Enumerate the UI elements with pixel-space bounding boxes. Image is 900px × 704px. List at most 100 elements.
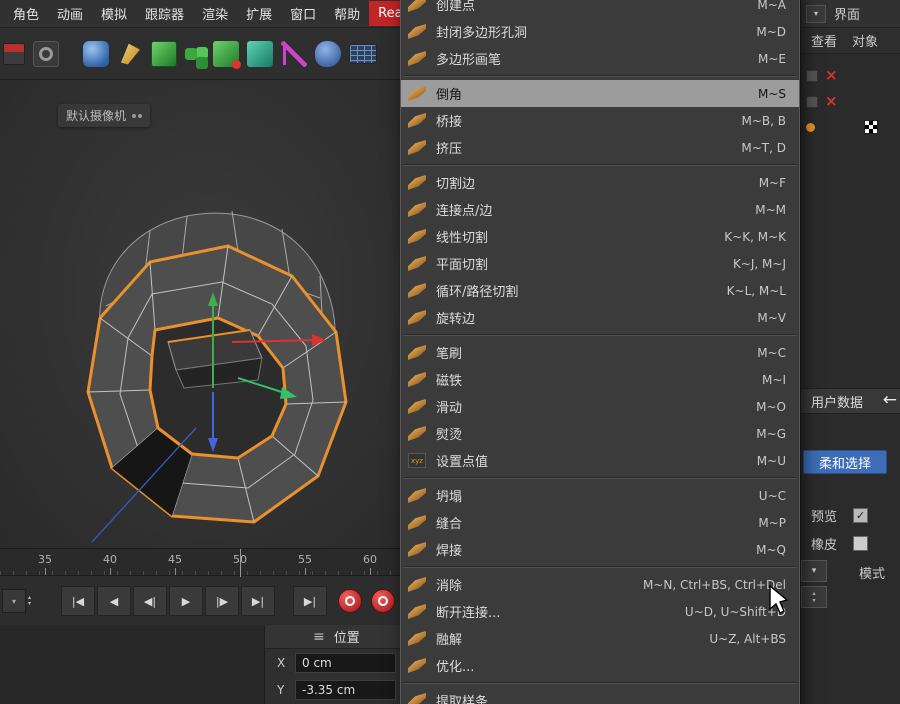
menubar-item-6[interactable]: 扩展 (237, 0, 281, 28)
menu-item-collapse[interactable]: 坍塌 U~C (401, 482, 799, 509)
camera-label[interactable]: 默认摄像机 (58, 104, 151, 127)
tick-mark (370, 568, 371, 575)
clapper-icon[interactable] (3, 42, 25, 65)
cube-tool-icon[interactable] (151, 40, 177, 67)
magnet-icon (408, 372, 426, 387)
cube-snap-icon[interactable] (213, 40, 241, 69)
menu-item-loop-cut[interactable]: 循环/路径切割 K~L, M~L (401, 277, 799, 304)
delete-x-icon[interactable]: × (825, 94, 838, 109)
eraser-checkbox[interactable] (853, 536, 869, 551)
menubar-item-4[interactable]: 跟踪器 (136, 0, 193, 28)
hamburger-icon[interactable]: ≡ (313, 629, 325, 645)
goto-end-button[interactable]: ▶| (293, 586, 328, 616)
cube-teal-icon[interactable] (247, 40, 273, 67)
next-frame-button[interactable]: |▶ (205, 586, 240, 616)
menu-item-label: 连接点/边 (436, 204, 493, 219)
autokey-button[interactable] (371, 589, 396, 613)
menu-item-edge-cut[interactable]: 切割边 M~F (401, 169, 799, 196)
menu-item-stitch[interactable]: 缝合 M~P (401, 509, 799, 536)
playhead-marker[interactable] (240, 549, 241, 577)
menu-view[interactable]: 查看 (811, 31, 837, 50)
menu-item-plane-cut[interactable]: 平面切割 K~J, M~J (401, 250, 799, 277)
soft-selection-button[interactable]: 柔和选择 (803, 450, 887, 474)
menu-item-polygon-pen[interactable]: 多边形画笔 M~E (401, 45, 799, 72)
play-button[interactable]: ▶ (169, 586, 204, 616)
timeline-ruler[interactable]: 354045505560 (0, 548, 400, 577)
frame-stepper[interactable]: ▴ ▾ (28, 595, 31, 607)
delete-x-icon[interactable]: × (825, 68, 838, 83)
coord-y-label: Y (277, 682, 285, 697)
menu-item-label: 设置点值 (436, 455, 489, 470)
gear-icon[interactable] (33, 40, 59, 67)
menubar-item-3[interactable]: 模拟 (92, 0, 136, 28)
selection-tag-icon[interactable] (806, 122, 815, 132)
menu-item-iron[interactable]: 熨烫 M~G (401, 420, 799, 447)
object-row[interactable] (806, 120, 878, 134)
goto-start-button[interactable]: |◀ (61, 586, 96, 616)
blob-tool-icon[interactable] (315, 40, 341, 67)
menu-item-label: 焊接 (436, 544, 463, 559)
object-row[interactable]: × (806, 94, 838, 109)
pen-tool-icon[interactable] (120, 43, 140, 65)
menu-item-slide[interactable]: 滑动 M~O (401, 393, 799, 420)
material-area (0, 625, 264, 704)
menubar-item-5[interactable]: 渲染 (193, 0, 237, 28)
menubar-item-1[interactable]: 角色 (4, 0, 48, 28)
next-key-button[interactable]: ▶| (241, 586, 276, 616)
chevron-down-icon: ▾ (11, 596, 16, 606)
menu-item-magnet[interactable]: 磁铁 M~I (401, 366, 799, 393)
menu-item-label: 切割边 (436, 177, 476, 192)
prev-frame-button[interactable]: ◀| (133, 586, 168, 616)
tick-mark (110, 568, 111, 575)
menu-item-rotate-edge[interactable]: 旋转边 M~V (401, 304, 799, 331)
back-arrow-icon[interactable]: ← (883, 390, 897, 410)
menubar-item-2[interactable]: 动画 (48, 0, 92, 28)
menu-item-dissolve[interactable]: 消除 M~N, Ctrl+BS, Ctrl+Del (401, 571, 799, 598)
interface-combo[interactable]: ▾ (806, 4, 826, 23)
menu-item-label: 桥接 (436, 115, 463, 130)
frame-field[interactable]: ▾ (2, 589, 26, 613)
menu-item-connect-points[interactable]: 连接点/边 M~M (401, 196, 799, 223)
menubar-item-8[interactable]: 帮助 (325, 0, 369, 28)
menu-item-close-hole[interactable]: 封闭多边形孔洞 M~D (401, 18, 799, 45)
sphere-tool-icon[interactable] (83, 40, 109, 67)
coord-row-y: Y -3.35 cm (265, 676, 400, 703)
viewport-3d[interactable]: 默认摄像机 (0, 80, 400, 548)
cube-array-icon[interactable] (185, 47, 197, 60)
interface-label[interactable]: 界面 (834, 4, 860, 23)
spline-tool-icon[interactable] (281, 40, 307, 67)
menu-item-optimize[interactable]: 优化... (401, 652, 799, 679)
preview-checkbox[interactable]: ✓ (853, 508, 869, 523)
menu-item-label: 优化... (436, 660, 475, 675)
menu-item-line-cut[interactable]: 线性切割 K~K, M~K (401, 223, 799, 250)
menu-separator (403, 566, 797, 568)
menu-object[interactable]: 对象 (852, 31, 878, 50)
prev-key-button[interactable]: ◀ (97, 586, 132, 616)
menu-item-create-point[interactable]: 创建点 M~A (401, 0, 799, 18)
grid-tool-icon[interactable] (349, 43, 377, 64)
coord-x-label: X (277, 655, 286, 670)
object-row[interactable]: × (806, 68, 838, 83)
wireframe-model (86, 210, 348, 543)
menu-separator (403, 164, 797, 166)
menu-item-set-point-value[interactable]: xyz 设置点值 M~U (401, 447, 799, 474)
menu-item-shortcut: M~I (762, 372, 786, 387)
keyframe-record-button[interactable] (338, 589, 363, 613)
context-menu: 创建点 M~A 封闭多边形孔洞 M~D 多边形画笔 M~E 倒角 M~S 桥接 M~B, B 挤压 M… (400, 0, 800, 704)
coord-y-input[interactable]: -3.35 cm (295, 679, 396, 700)
menu-item-melt[interactable]: 融解 U~Z, Alt+BS (401, 625, 799, 652)
texture-tag-icon[interactable] (864, 120, 878, 134)
value-stepper[interactable]: ▴ ▾ (801, 586, 827, 608)
coord-x-input[interactable]: 0 cm (295, 652, 396, 673)
menu-item-extrude[interactable]: 挤压 M~T, D (401, 134, 799, 161)
menu-item-brush[interactable]: 笔刷 M~C (401, 339, 799, 366)
mode-combo[interactable]: ▾ (801, 560, 827, 582)
menubar-item-7[interactable]: 窗口 (281, 0, 325, 28)
camera-label-text: 默认摄像机 (66, 109, 127, 123)
menu-item-bevel[interactable]: 倒角 M~S (401, 80, 799, 107)
menu-item-extract-spline[interactable]: 提取样条 (401, 687, 799, 704)
menu-item-weld[interactable]: 焊接 M~Q (401, 536, 799, 563)
menu-item-disconnect[interactable]: 断开连接... U~D, U~Shift+D (401, 598, 799, 625)
object-icon (806, 69, 818, 82)
menu-item-bridge[interactable]: 桥接 M~B, B (401, 107, 799, 134)
